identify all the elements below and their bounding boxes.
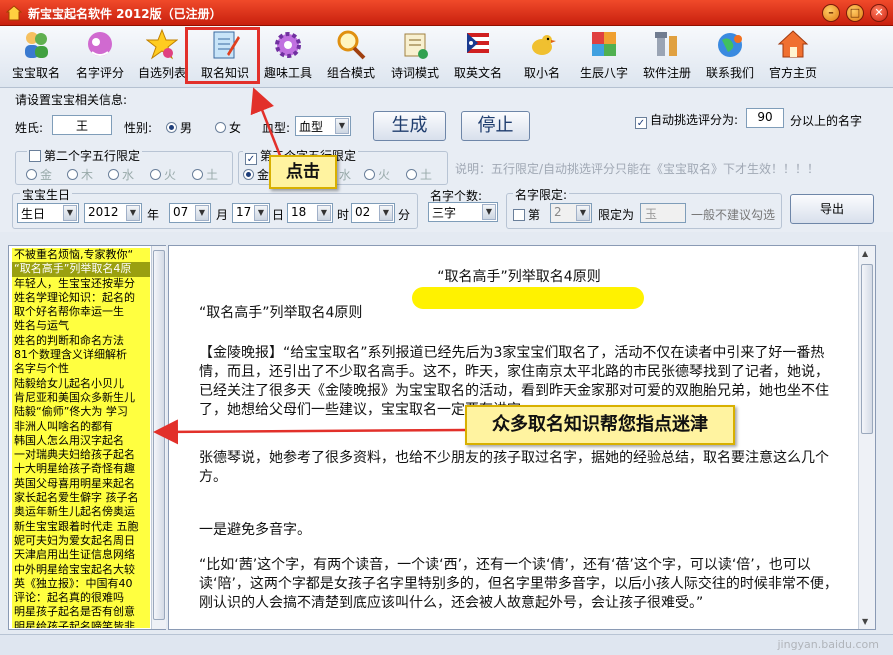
callout-click: 点击 <box>269 155 337 189</box>
callout-info: 众多取名知识帮您指点迷津 <box>465 405 735 445</box>
watermark-text: jingyan.baidu.com <box>777 638 879 651</box>
status-bar: jingyan.baidu.com <box>0 634 893 655</box>
annotation-arrows <box>153 87 467 445</box>
arrow-to-list <box>153 419 467 445</box>
arrow-to-tool <box>250 87 283 159</box>
